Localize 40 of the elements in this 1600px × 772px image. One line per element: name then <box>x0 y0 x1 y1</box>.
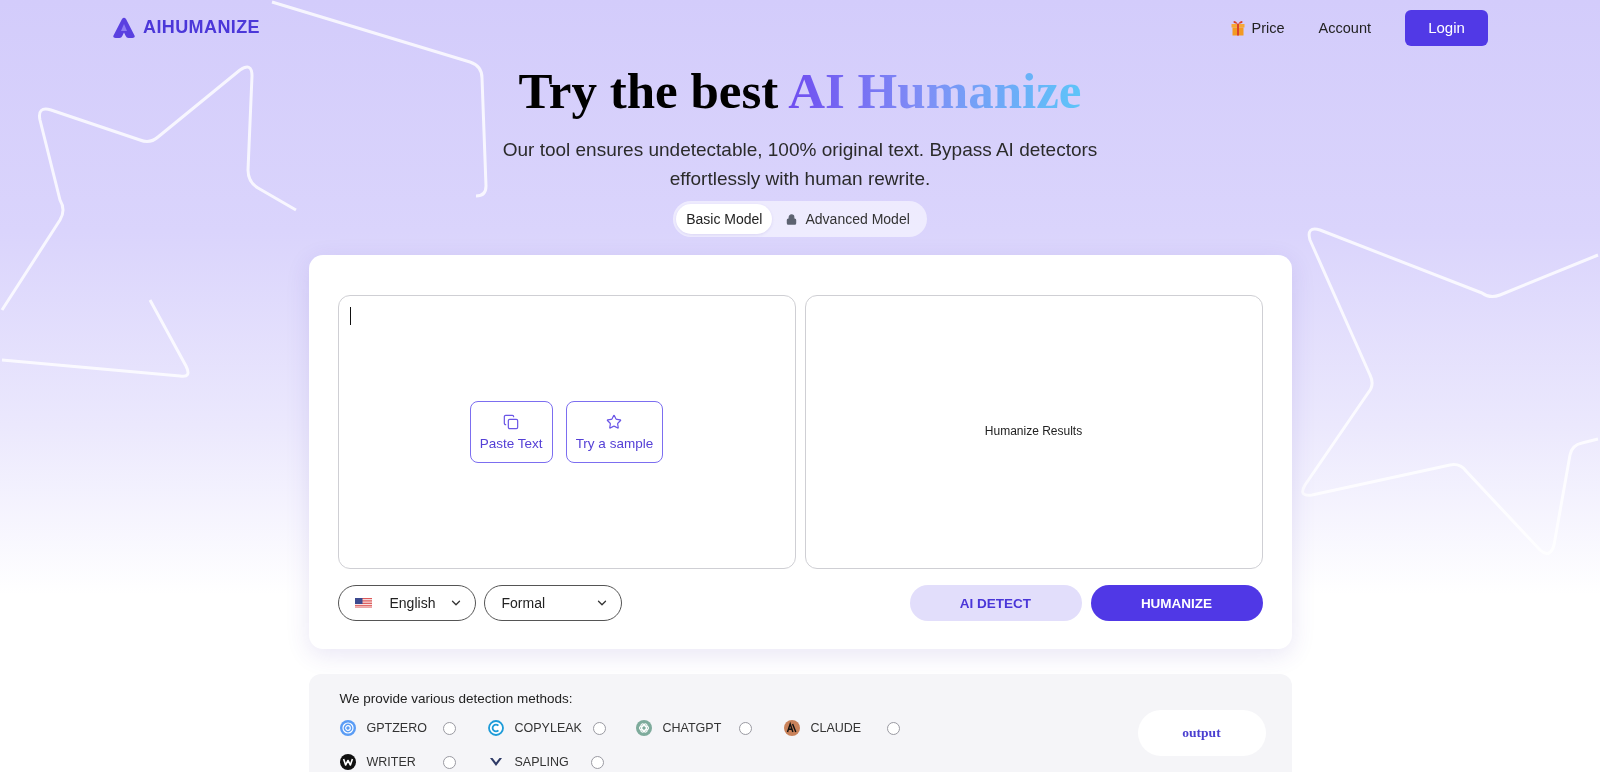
result-text-field[interactable]: Humanize Results <box>804 295 1263 569</box>
detector-label: CHATGPT <box>662 721 723 735</box>
text-input-field[interactable]: Paste Text Try a sample <box>337 295 796 569</box>
account-link[interactable]: Account <box>1318 19 1371 36</box>
detect-button[interactable]: AI DETECT <box>909 585 1082 621</box>
language-select[interactable]: English <box>337 585 476 621</box>
detection-heading: We provide various detection methods: <box>339 690 574 708</box>
copy-icon <box>503 413 520 430</box>
detector-label: GPTZERO <box>366 721 428 735</box>
hero-subtitle: Our tool ensures undetectable, 100% original text. Bypass AI detectors effortlessly with human rewrite. <box>501 138 1099 191</box>
c-circle-icon <box>487 720 504 736</box>
price-link[interactable]: Price <box>1230 19 1285 36</box>
model-tab[interactable]: Basic Model <box>676 204 773 234</box>
flag-icon <box>354 597 372 609</box>
radio-button[interactable] <box>886 721 900 735</box>
output-button[interactable]: output <box>1137 710 1266 756</box>
detector-label: COPYLEAK <box>514 721 582 735</box>
star-icon <box>606 413 623 430</box>
text-cursor-icon <box>349 307 351 325</box>
radio-button[interactable] <box>592 721 606 735</box>
monogram-icon <box>783 720 800 736</box>
tone-select[interactable]: Formal <box>483 585 622 621</box>
humanize-button[interactable]: HUMANIZE <box>1090 585 1263 621</box>
hero-title: Try the best AI Humanize <box>518 62 1082 121</box>
login-button[interactable]: Login <box>1405 9 1488 46</box>
detector-label: WRITER <box>366 755 417 769</box>
try-sample-button[interactable]: Try a sample <box>565 401 664 463</box>
radio-button[interactable] <box>738 721 752 735</box>
radio-button[interactable] <box>590 755 604 769</box>
logo-icon <box>113 16 135 39</box>
logo-text: AIHUMANIZE <box>143 17 260 38</box>
detector-label: SAPLING <box>514 755 570 769</box>
detector-label: CLAUDE <box>810 721 863 735</box>
radio-button[interactable] <box>442 721 456 735</box>
gift-icon <box>1230 19 1245 36</box>
knot-icon <box>635 720 652 736</box>
model-tab[interactable]: Advanced Model <box>772 204 924 234</box>
paste-text-button[interactable]: Paste Text <box>469 401 553 463</box>
spiral-icon <box>339 720 356 736</box>
radio-button[interactable] <box>442 755 456 769</box>
